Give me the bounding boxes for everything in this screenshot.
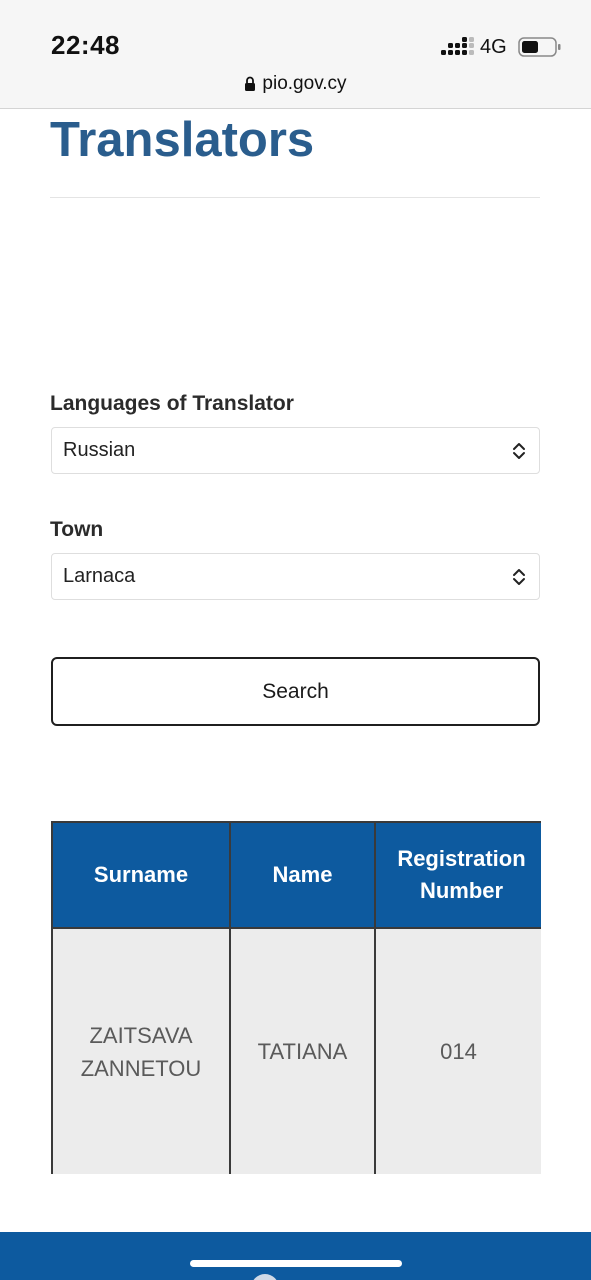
network-type: 4G [480, 36, 507, 58]
page: Register of Sworn Translators Languages … [0, 0, 591, 1280]
home-indicator[interactable] [190, 1260, 402, 1267]
languages-label: Languages of Translator [50, 392, 294, 415]
column-header-surname[interactable]: Surname [51, 821, 231, 929]
status-time: 22:48 [51, 30, 120, 60]
column-header-registration-number[interactable]: Registration Number [374, 821, 541, 929]
table-row: ZAITSAVA ZANNETOU TATIANA 014 [51, 927, 541, 1174]
lock-icon [245, 76, 256, 91]
browser-top-bar: 22:48 4G pio.gov.cy [0, 0, 591, 109]
select-chevron-icon [499, 554, 539, 599]
footer-emblem-icon [251, 1274, 279, 1280]
battery-icon [518, 37, 561, 57]
languages-select-value: Russian [63, 439, 136, 461]
languages-select[interactable]: Russian [51, 427, 540, 474]
page-title-area: Register of Sworn Translators [0, 108, 591, 188]
select-chevron-icon [499, 428, 539, 473]
results-table: Surname Name Registration Number ZAITSAV… [51, 821, 541, 1174]
table-header-row: Surname Name Registration Number [51, 821, 541, 929]
cell-registration-number: 014 [374, 927, 541, 1174]
cell-name: TATIANA [229, 927, 376, 1174]
search-button[interactable]: Search [51, 657, 540, 726]
page-title: Register of Sworn Translators [50, 113, 315, 167]
column-header-name[interactable]: Name [229, 821, 376, 929]
address-bar[interactable]: pio.gov.cy [0, 73, 591, 95]
page-url: pio.gov.cy [262, 73, 347, 94]
page-footer [0, 1232, 591, 1280]
title-divider [50, 197, 540, 198]
town-select-value: Larnaca [63, 565, 136, 587]
town-select[interactable]: Larnaca [51, 553, 540, 600]
signal-icon [441, 37, 474, 55]
town-label: Town [50, 518, 104, 541]
cell-surname: ZAITSAVA ZANNETOU [51, 927, 231, 1174]
